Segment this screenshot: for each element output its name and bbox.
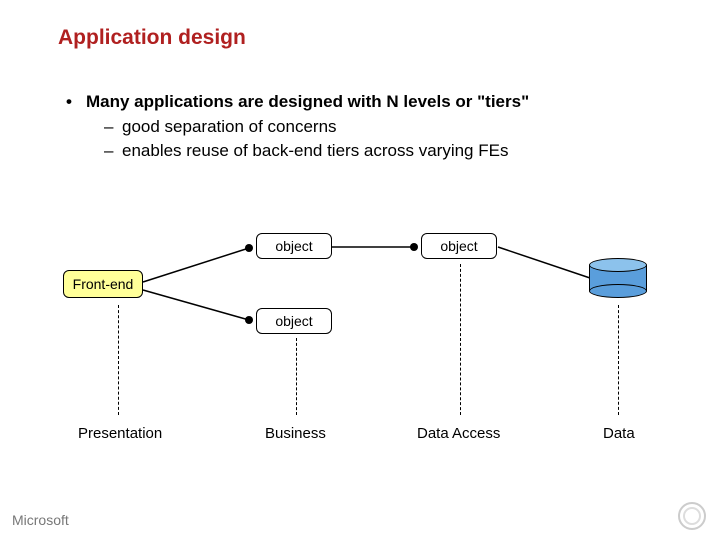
- tier-label: Data Access: [417, 425, 500, 442]
- slide-title: Application design: [58, 26, 246, 50]
- tier-label: Data: [603, 425, 635, 442]
- corner-icon: [678, 502, 706, 530]
- tier-label: Presentation: [78, 425, 162, 442]
- database-icon: [589, 258, 647, 298]
- object-node: object: [256, 308, 332, 334]
- object-node: object: [421, 233, 497, 259]
- tier-divider: [618, 305, 619, 415]
- bullet-level-2: enables reuse of back-end tiers across v…: [62, 139, 529, 164]
- footer-brand: Microsoft: [12, 512, 69, 528]
- bullet-level-2: good separation of concerns: [62, 115, 529, 140]
- object-node: object: [256, 233, 332, 259]
- tier-divider: [460, 264, 461, 415]
- tier-divider: [296, 338, 297, 415]
- body-text: Many applications are designed with N le…: [62, 90, 529, 164]
- tiers-diagram: Front-end object object object Presentat…: [0, 200, 720, 450]
- tier-label: Business: [265, 425, 326, 442]
- tier-divider: [118, 305, 119, 415]
- bullet-level-1: Many applications are designed with N le…: [62, 90, 529, 115]
- connector-lines: [0, 200, 720, 450]
- frontend-node: Front-end: [63, 270, 143, 298]
